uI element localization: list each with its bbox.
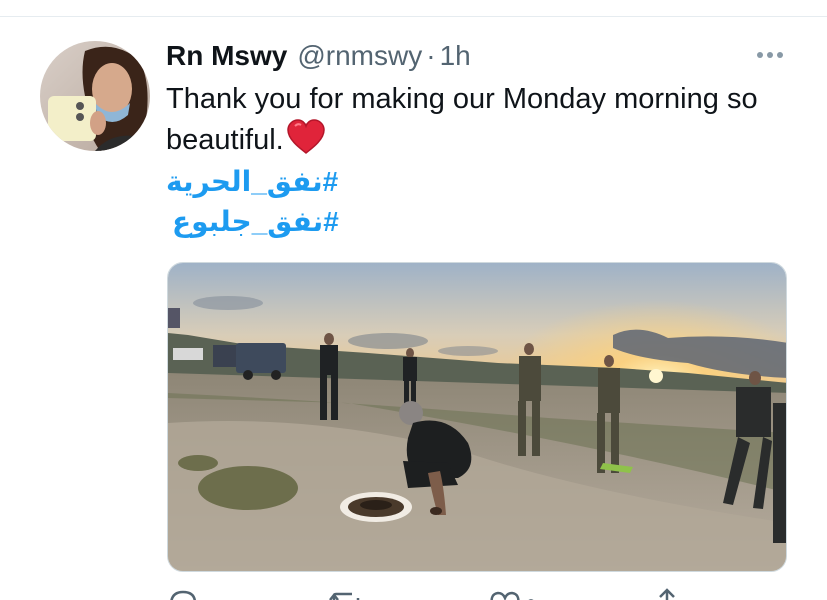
- tweet-header: Rn Mswy @rnmswy · 1h: [166, 38, 471, 74]
- separator: ·: [426, 40, 436, 71]
- reply-button[interactable]: [166, 586, 200, 600]
- avatar[interactable]: [40, 41, 150, 151]
- tweet-text: Thank you for making our Monday morning …: [166, 80, 806, 160]
- share-button[interactable]: [650, 586, 684, 600]
- tweet-view: Rn Mswy @rnmswy · 1h Thank you for makin…: [0, 0, 827, 600]
- hashtag-link[interactable]: #نفق_جلبوع: [172, 205, 339, 238]
- more-horizontal-icon: [757, 52, 783, 58]
- tweet-body: Thank you for making our Monday morning …: [166, 83, 758, 156]
- tweet-media-photo[interactable]: [167, 262, 787, 572]
- avatar-image: [40, 41, 150, 151]
- share-icon: [659, 588, 675, 600]
- divider: [0, 16, 827, 17]
- red-heart-icon: [286, 119, 325, 155]
- user-handle[interactable]: @rnmswy: [297, 40, 422, 72]
- tweet-actions: [166, 586, 786, 600]
- like-icon: [490, 591, 534, 600]
- hashtag-link[interactable]: #نفق_الحرية: [166, 165, 338, 198]
- more-button[interactable]: [750, 40, 790, 70]
- photo-image: [168, 263, 786, 571]
- retweet-button[interactable]: [328, 586, 368, 600]
- timestamp[interactable]: 1h: [440, 40, 471, 72]
- retweet-icon: [329, 592, 360, 600]
- reply-icon: [170, 590, 196, 600]
- display-name[interactable]: Rn Mswy: [166, 40, 287, 72]
- like-button[interactable]: [488, 586, 538, 600]
